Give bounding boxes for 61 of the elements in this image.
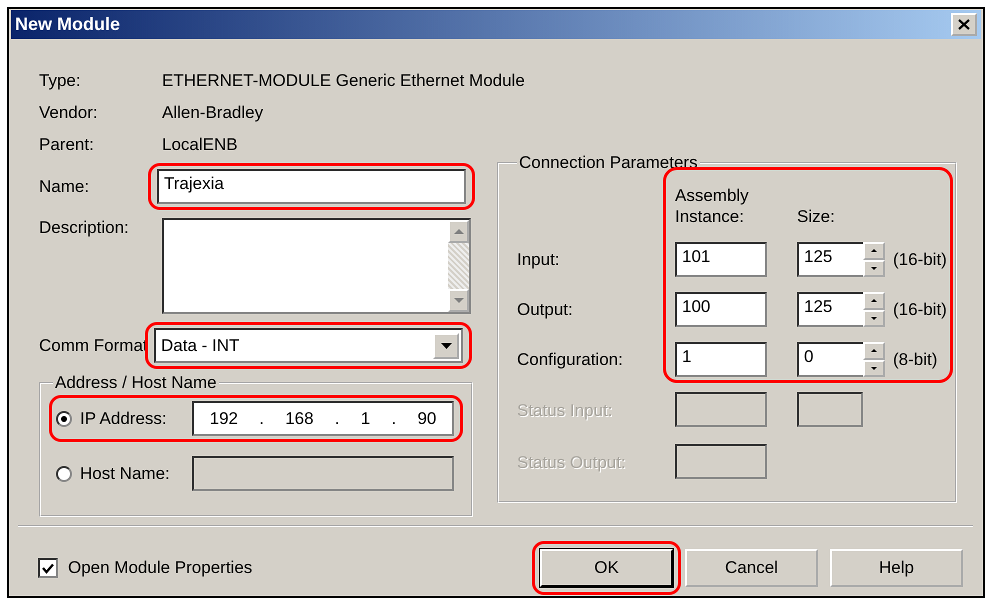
ip-octet: 192: [210, 408, 238, 428]
comm-format-dropdown[interactable]: Data - INT: [154, 328, 463, 363]
checkbox-label: Open Module Properties: [68, 558, 252, 578]
ip-separator: .: [334, 408, 340, 428]
caret-icon: [440, 342, 452, 348]
ip-octet: 168: [285, 408, 314, 428]
ip-address-field[interactable]: 192 . 168 . 1 . 90: [192, 401, 454, 436]
radio-button[interactable]: [56, 466, 72, 482]
instance-field[interactable]: 100: [675, 292, 767, 327]
dialog-button[interactable]: Cancel: [685, 549, 818, 587]
group-title: Address / Host Name: [54, 373, 218, 393]
dialog-button[interactable]: OK: [540, 549, 673, 587]
size-field[interactable]: 125: [797, 292, 863, 327]
ip-octet: 1: [360, 408, 370, 428]
dropdown-button[interactable]: [433, 332, 459, 358]
option-label: IP Address:: [80, 408, 168, 428]
size-field[interactable]: 125: [797, 242, 863, 277]
ip-separator: .: [259, 408, 264, 428]
field-value: Allen-Bradley: [162, 103, 264, 123]
instance-field[interactable]: [675, 444, 767, 479]
bit-size-label: (16-bit): [893, 300, 947, 320]
host-name-field[interactable]: [192, 456, 454, 491]
field-label: Parent:: [39, 135, 95, 155]
size-field[interactable]: 0: [797, 342, 863, 377]
field-label: Type:: [39, 71, 82, 91]
window-title: New Module: [15, 14, 120, 35]
close-button[interactable]: [951, 13, 977, 36]
field-label: Name:: [39, 176, 90, 196]
spin-up-button[interactable]: [863, 242, 885, 260]
group-title: Connection Parameters: [518, 153, 699, 173]
scroll-up-button[interactable]: [448, 220, 469, 243]
instance-field[interactable]: 1: [675, 342, 767, 377]
row-label: Input:: [517, 250, 561, 270]
instance-field[interactable]: 101: [675, 242, 767, 277]
spin-down-button[interactable]: [863, 360, 885, 377]
row-label: Output:: [517, 300, 574, 320]
field-value: ETHERNET-MODULE Generic Ethernet Module: [162, 71, 525, 91]
scroll-down-button[interactable]: [448, 289, 469, 312]
option-label: Host Name:: [80, 464, 171, 484]
field-value: LocalENB: [162, 135, 238, 155]
bit-size-label: (8-bit): [893, 350, 938, 370]
checkbox[interactable]: [38, 558, 58, 578]
bit-size-label: (16-bit): [893, 250, 947, 270]
description-field[interactable]: [162, 218, 471, 314]
spin-down-button[interactable]: [863, 260, 885, 277]
dialog-button[interactable]: Help: [830, 549, 963, 587]
column-header: Size:: [797, 206, 836, 227]
radio-button[interactable]: [56, 410, 72, 426]
check-icon: [42, 562, 54, 574]
field-label: Vendor:: [39, 103, 99, 123]
spin-down-button[interactable]: [863, 310, 885, 327]
row-label: Configuration:: [517, 350, 624, 370]
ip-separator: .: [391, 408, 396, 428]
field-label: Description:: [39, 218, 130, 238]
name-field[interactable]: Trajexia: [157, 169, 466, 204]
spin-up-button[interactable]: [863, 342, 885, 360]
ip-octet: 90: [417, 408, 436, 428]
spin-up-button[interactable]: [863, 292, 885, 310]
instance-field[interactable]: [675, 392, 767, 427]
close-icon: [958, 19, 970, 30]
column-header: Assembly Instance:: [675, 185, 750, 227]
